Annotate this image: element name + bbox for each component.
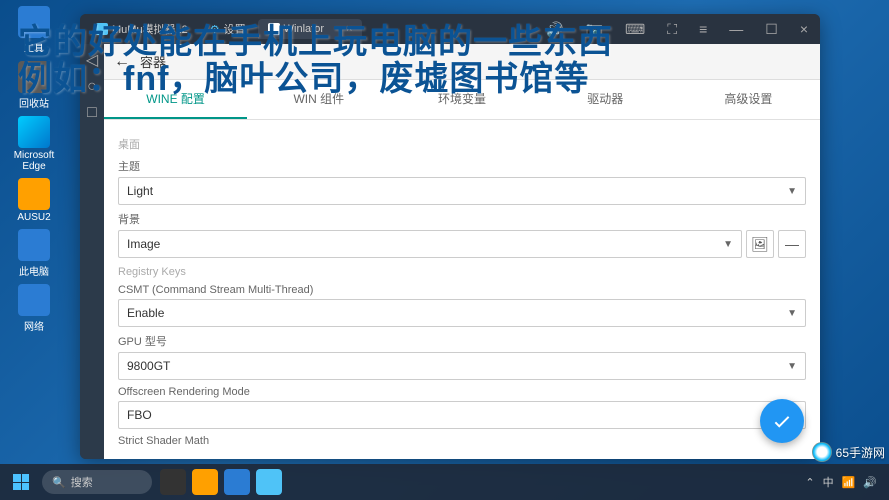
label-background: 背景 xyxy=(118,211,806,227)
chevron-down-icon: ▼ xyxy=(787,308,797,319)
mumu-icon xyxy=(96,23,108,35)
select-gpu[interactable]: 9800GT▼ xyxy=(118,352,806,380)
label-theme: 主题 xyxy=(118,158,806,174)
tray-volume-icon[interactable]: 🔊 xyxy=(863,476,877,489)
search-icon: 🔍 xyxy=(52,476,66,489)
start-button[interactable] xyxy=(6,468,36,496)
desktop-icon[interactable]: 工具 xyxy=(4,6,64,55)
emu-tab-settings[interactable]: ⚙设置 xyxy=(200,17,256,41)
taskbar: 🔍 搜索 ⌃ 中 📶 🔊 xyxy=(0,464,889,500)
emu-sidebar: ◁ ○ □ xyxy=(80,44,104,459)
winlator-icon xyxy=(268,23,280,35)
chevron-down-icon: ▼ xyxy=(723,239,733,250)
desktop-icon[interactable]: AUSU2 xyxy=(4,178,64,223)
sidebar-home-icon[interactable]: ○ xyxy=(87,78,97,96)
close-icon[interactable]: × xyxy=(794,19,814,40)
emu-tab-mumu[interactable]: MuMu模拟器12 xyxy=(86,17,198,41)
menu-icon[interactable]: ≡ xyxy=(693,19,713,40)
confirm-fab[interactable] xyxy=(760,399,804,443)
label-shader: Strict Shader Math xyxy=(118,435,806,447)
close-tab-icon[interactable]: × xyxy=(346,23,352,35)
desktop-icons: 工具 回收站 Microsoft Edge AUSU2 此电脑 网络 xyxy=(0,0,80,339)
label-gpu: GPU 型号 xyxy=(118,333,806,349)
image-picker-button[interactable]: 🖼 xyxy=(746,230,774,258)
form-body: 桌面 主题 Light▼ 背景 Image▼ 🖼 — Registry Keys… xyxy=(104,120,820,458)
tab-advanced[interactable]: 高级设置 xyxy=(677,80,820,119)
tray-wifi-icon[interactable]: 📶 xyxy=(842,476,856,489)
remove-button[interactable]: — xyxy=(778,230,806,258)
chevron-down-icon: ▼ xyxy=(787,361,797,372)
back-arrow-icon[interactable]: ← xyxy=(114,53,130,71)
desktop-icon[interactable]: 网络 xyxy=(4,284,64,333)
sidebar-recent-icon[interactable]: □ xyxy=(87,104,97,122)
section-desktop: 桌面 xyxy=(118,136,806,152)
task-mumu-icon[interactable] xyxy=(256,469,282,495)
emulator-titlebar: MuMu模拟器12 ⚙设置 Winlator× 🔊 📷 ⌨ ⛶ ≡ — ☐ × xyxy=(80,14,820,44)
windows-logo-icon xyxy=(13,474,29,490)
label-csmt: CSMT (Command Stream Multi-Thread) xyxy=(118,284,806,296)
maximize-icon[interactable]: ☐ xyxy=(759,19,784,40)
select-theme[interactable]: Light▼ xyxy=(118,177,806,205)
tab-drives[interactable]: 驱动器 xyxy=(534,80,677,119)
app-content: ← 容器 WINE 配置 WIN 组件 环境变量 驱动器 高级设置 桌面 主题 … xyxy=(104,44,820,459)
select-csmt[interactable]: Enable▼ xyxy=(118,299,806,327)
volume-icon[interactable]: 🔊 xyxy=(540,19,569,40)
taskbar-search[interactable]: 🔍 搜索 xyxy=(42,470,152,494)
desktop-icon[interactable]: Microsoft Edge xyxy=(4,116,64,172)
keyboard-icon[interactable]: ⌨ xyxy=(619,19,651,40)
tray-lang-icon[interactable]: 中 xyxy=(823,474,834,490)
check-icon xyxy=(771,410,793,432)
system-tray[interactable]: ⌃ 中 📶 🔊 xyxy=(805,474,883,490)
task-explorer-icon[interactable] xyxy=(192,469,218,495)
select-background[interactable]: Image▼ xyxy=(118,230,742,258)
chevron-down-icon: ▼ xyxy=(787,186,797,197)
config-tabs: WINE 配置 WIN 组件 环境变量 驱动器 高级设置 xyxy=(104,80,820,120)
tab-wine-config[interactable]: WINE 配置 xyxy=(104,80,247,119)
emu-window-controls: 🔊 📷 ⌨ ⛶ ≡ — ☐ × xyxy=(540,19,814,40)
desktop-icon[interactable]: 此电脑 xyxy=(4,229,64,278)
select-offscreen[interactable]: FBO xyxy=(118,401,806,429)
label-offscreen: Offscreen Rendering Mode xyxy=(118,386,806,398)
tab-env-vars[interactable]: 环境变量 xyxy=(390,80,533,119)
task-icon[interactable] xyxy=(160,469,186,495)
app-header: ← 容器 xyxy=(104,44,820,80)
sidebar-back-icon[interactable]: ◁ xyxy=(86,50,98,70)
page-title: 容器 xyxy=(140,52,166,71)
task-edge-icon[interactable] xyxy=(224,469,250,495)
emulator-window: MuMu模拟器12 ⚙设置 Winlator× 🔊 📷 ⌨ ⛶ ≡ — ☐ × … xyxy=(80,14,820,459)
watermark: 65手游网 xyxy=(812,442,885,462)
watermark-logo-icon xyxy=(812,442,832,462)
fullscreen-icon[interactable]: ⛶ xyxy=(661,19,683,40)
emu-tab-winlator[interactable]: Winlator× xyxy=(258,19,363,39)
tab-win-components[interactable]: WIN 组件 xyxy=(247,80,390,119)
minimize-icon[interactable]: — xyxy=(723,19,749,40)
screenshot-icon[interactable]: 📷 xyxy=(580,19,609,40)
tray-chevron-icon[interactable]: ⌃ xyxy=(805,476,814,489)
section-registry: Registry Keys xyxy=(118,266,806,278)
desktop-icon[interactable]: 回收站 xyxy=(4,61,64,110)
